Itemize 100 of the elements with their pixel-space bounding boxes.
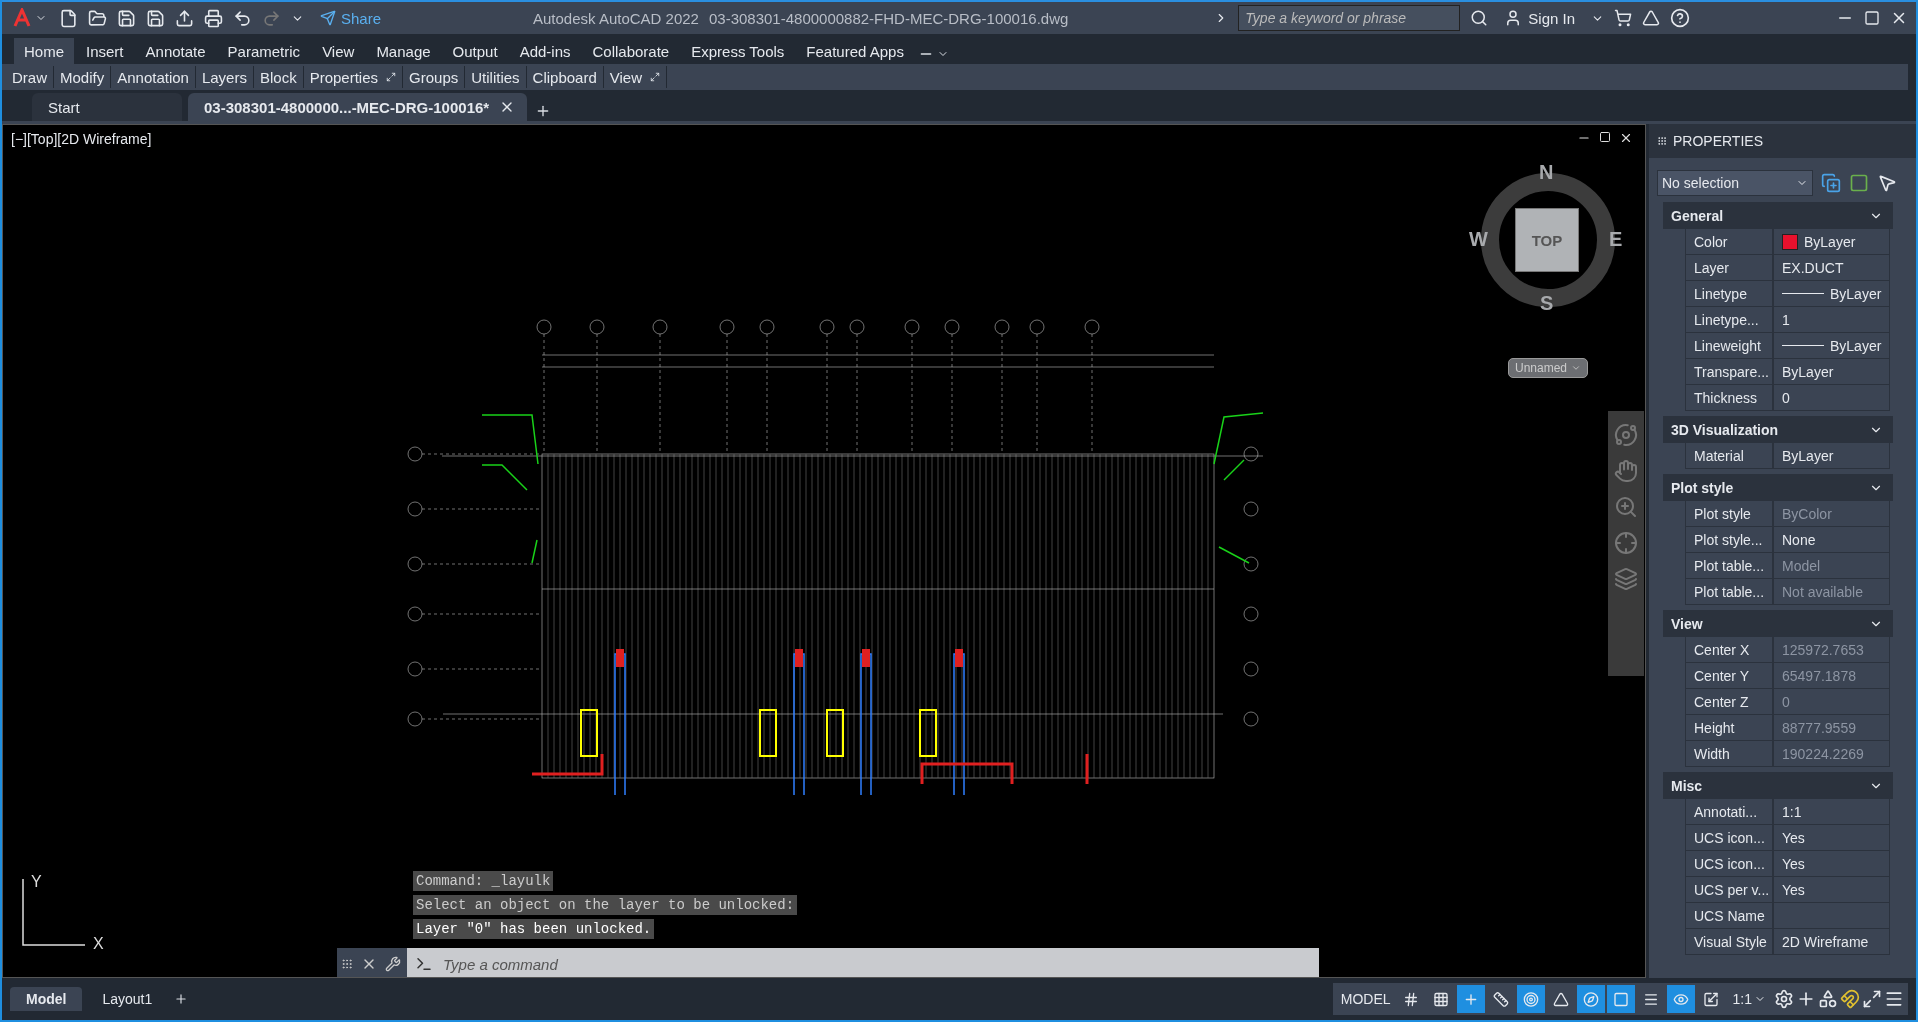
property-label: UCS icon...: [1685, 851, 1773, 877]
layout-tab[interactable]: Model: [10, 987, 83, 1011]
property-label: UCS per v...: [1685, 877, 1773, 903]
search-icon[interactable]: [1470, 9, 1489, 27]
command-line-panel[interactable]: Type a command: [407, 948, 1319, 977]
property-value[interactable]: ByLayer: [1773, 443, 1890, 469]
ribbon-panel-button[interactable]: Annotation: [111, 66, 196, 88]
open-folder-icon[interactable]: [88, 8, 107, 28]
property-value[interactable]: 1:1: [1773, 799, 1890, 825]
ribbon-panel-button[interactable]: Layers: [195, 66, 254, 88]
grip-icon[interactable]: [341, 958, 353, 970]
layout-tab[interactable]: Layout1: [86, 987, 169, 1011]
triangle-icon[interactable]: [1642, 9, 1661, 27]
property-value[interactable]: Yes: [1773, 851, 1890, 877]
property-value[interactable]: Yes: [1773, 877, 1890, 903]
cart-icon[interactable]: [1614, 9, 1633, 27]
launcher-icon[interactable]: [650, 72, 661, 82]
select-objects-icon[interactable]: [1849, 173, 1869, 193]
model-space-button[interactable]: MODEL: [1336, 991, 1395, 1007]
steering-wheel-icon[interactable]: [1614, 423, 1638, 447]
file-tab[interactable]: Start: [32, 93, 182, 121]
ribbon-tab[interactable]: Insert: [76, 38, 134, 64]
line-sample: [1782, 345, 1824, 346]
annotation-scale-button[interactable]: 1:1: [1726, 990, 1772, 1008]
property-value[interactable]: ByLayer: [1773, 229, 1890, 255]
close-icon[interactable]: [1619, 131, 1633, 145]
viewcube-face[interactable]: TOP: [1515, 208, 1579, 272]
property-value[interactable]: Yes: [1773, 825, 1890, 851]
property-label: Plot style: [1685, 501, 1773, 527]
ribbon-tab[interactable]: Home: [14, 38, 74, 64]
ribbon-tab[interactable]: Annotate: [135, 38, 216, 64]
section-header[interactable]: View: [1663, 610, 1893, 637]
section-header[interactable]: Misc: [1663, 772, 1893, 799]
ribbon-tab[interactable]: Manage: [366, 38, 441, 64]
ribbon-panel-button[interactable]: Clipboard: [526, 66, 604, 88]
property-label: Center Y: [1685, 663, 1773, 689]
ribbon-tab[interactable]: Add-ins: [509, 38, 581, 64]
prompt-icon[interactable]: [415, 955, 433, 973]
section-header[interactable]: Plot style: [1663, 474, 1893, 501]
ribbon-panel-button[interactable]: Groups: [403, 66, 466, 88]
undo-icon[interactable]: [233, 8, 252, 28]
property-label: Plot table...: [1685, 553, 1773, 579]
selection-dropdown[interactable]: No selection: [1657, 170, 1813, 196]
property-label: Layer: [1685, 255, 1773, 281]
property-value[interactable]: EX.DUCT: [1773, 255, 1890, 281]
fullscreen-icon[interactable]: [1862, 989, 1882, 1009]
settings-icon[interactable]: [1774, 989, 1794, 1009]
ribbon-panel-button[interactable]: Block: [253, 66, 304, 88]
ribbon-tab[interactable]: Express Tools: [681, 38, 795, 64]
grid-icon[interactable]: [1402, 990, 1419, 1008]
snap-icon[interactable]: [1432, 990, 1449, 1008]
sign-in-button[interactable]: Sign In: [1498, 8, 1582, 28]
command-input-field[interactable]: Type a command: [441, 954, 1319, 974]
annotation-toggle[interactable]: [1666, 985, 1695, 1013]
ribbon-tab[interactable]: Parametric: [217, 38, 311, 64]
file-tab[interactable]: 03-308301-4800000...-MEC-DRG-100016*: [188, 93, 528, 121]
section-header[interactable]: 3D Visualization: [1663, 416, 1893, 443]
viewport-controls-label[interactable]: [−][Top][2D Wireframe]: [11, 131, 152, 147]
ribbon-panel-button[interactable]: Properties: [303, 66, 404, 88]
ribbon-tab[interactable]: Featured Apps: [796, 38, 914, 64]
ribbon-panel-button[interactable]: Draw: [6, 66, 54, 88]
launcher-icon[interactable]: [386, 72, 397, 82]
osnap-toggle[interactable]: [1606, 985, 1635, 1013]
section-header[interactable]: General: [1663, 202, 1893, 229]
property-value[interactable]: ByLayer: [1773, 333, 1890, 359]
pan-icon[interactable]: [1614, 459, 1638, 483]
property-value[interactable]: 1: [1773, 307, 1890, 333]
property-value[interactable]: None: [1773, 527, 1890, 553]
share-button[interactable]: Share: [314, 8, 388, 28]
property-value[interactable]: ByLayer: [1773, 359, 1890, 385]
property-value[interactable]: ByLayer: [1773, 281, 1890, 307]
polar-toggle[interactable]: [1516, 985, 1545, 1013]
print-icon[interactable]: [204, 8, 223, 28]
ribbon-tab[interactable]: Collaborate: [582, 38, 680, 64]
property-value[interactable]: 2D Wireframe: [1773, 929, 1890, 955]
maximize-icon[interactable]: [1864, 10, 1880, 26]
send-icon[interactable]: [320, 10, 336, 26]
menu-icon[interactable]: [1884, 989, 1904, 1009]
wrench-icon[interactable]: [385, 956, 401, 972]
ribbon-panel-button[interactable]: View: [603, 66, 668, 88]
upload-icon[interactable]: [175, 8, 194, 28]
shapes-icon[interactable]: [1818, 989, 1838, 1009]
ribbon-panel-button[interactable]: Modify: [54, 66, 112, 88]
property-label: Center Z: [1685, 689, 1773, 715]
new-file-icon[interactable]: [59, 8, 78, 28]
search-field[interactable]: Type a keyword or phrase: [1238, 5, 1461, 31]
zoom-icon[interactable]: [1614, 495, 1638, 519]
ribbon-tab[interactable]: Output: [442, 38, 508, 64]
ribbon-tab[interactable]: View: [312, 38, 365, 64]
property-label: Thickness: [1685, 385, 1773, 411]
panel-title: PROPERTIES: [1673, 133, 1763, 149]
restore-icon[interactable]: [1599, 131, 1611, 143]
ribbon-panel-button[interactable]: Utilities: [465, 66, 527, 88]
property-label: Visual Style: [1685, 929, 1773, 955]
help-icon[interactable]: [1670, 8, 1691, 28]
save-icon[interactable]: [117, 8, 136, 28]
property-value[interactable]: 0: [1773, 385, 1890, 411]
save-as-icon[interactable]: [146, 8, 165, 28]
compass-letter: N: [1539, 161, 1554, 184]
grip-icon[interactable]: [1657, 136, 1667, 146]
